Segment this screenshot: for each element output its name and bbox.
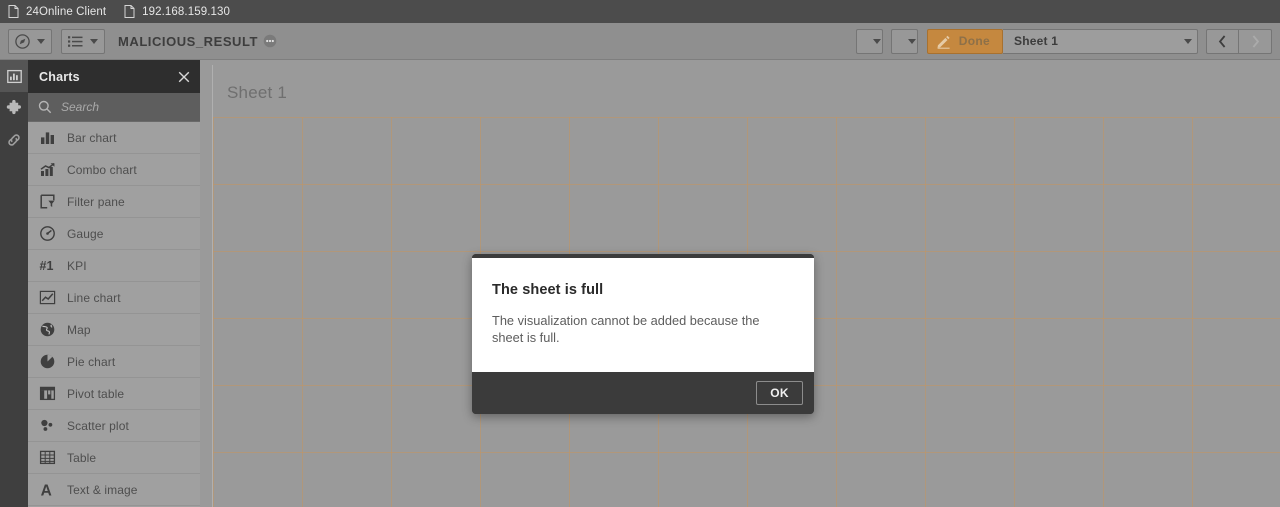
dialog-title: The sheet is full bbox=[492, 282, 604, 298]
qlik-sense-app: 24Online Client 192.168.159.130 MALICIOU… bbox=[0, 0, 1280, 507]
modal-overlay: The sheet is full The visualization cann… bbox=[0, 0, 1280, 507]
dialog-message: The visualization cannot be added becaus… bbox=[492, 313, 760, 345]
dialog-body: The sheet is full The visualization cann… bbox=[472, 258, 814, 372]
dialog-footer: OK bbox=[472, 372, 814, 414]
sheet-full-dialog: The sheet is full The visualization cann… bbox=[472, 254, 814, 414]
ok-button[interactable]: OK bbox=[756, 381, 803, 405]
